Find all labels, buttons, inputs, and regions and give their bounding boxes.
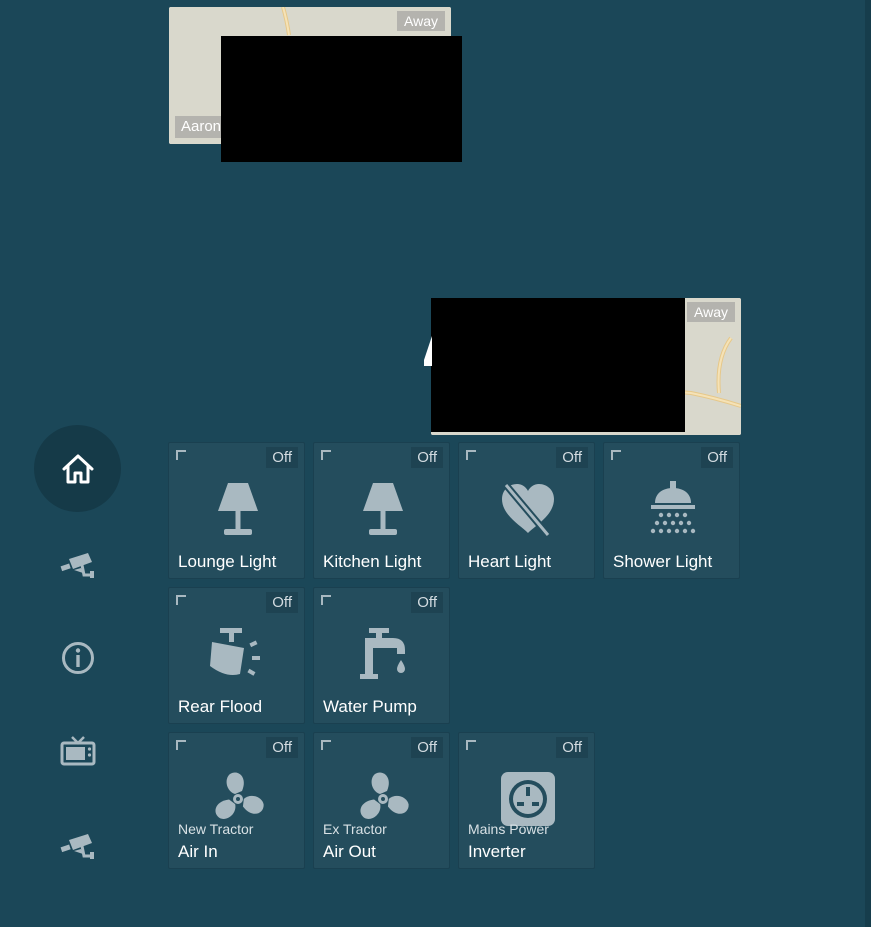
tile-corner-marker bbox=[611, 450, 621, 460]
tile-label: Rear Flood bbox=[178, 697, 263, 716]
person-name-label: Aaron bbox=[175, 116, 228, 138]
redacted-block bbox=[221, 36, 462, 162]
lamp-icon bbox=[362, 483, 403, 535]
tile-state-badge: Off bbox=[556, 737, 588, 758]
tile-state-badge: Off bbox=[701, 447, 733, 468]
tile-sublabel: Mains Power bbox=[468, 821, 549, 837]
shower-head-icon bbox=[650, 481, 695, 534]
redacted-block bbox=[431, 298, 685, 432]
tile-corner-marker bbox=[321, 450, 331, 460]
map-marker-fragment bbox=[424, 336, 432, 366]
tile-label: Shower Light bbox=[613, 552, 713, 571]
tile-rear-flood[interactable]: Off Rear Flood bbox=[168, 587, 305, 724]
tile-label: Air Out bbox=[323, 842, 376, 861]
cctv-camera-icon bbox=[60, 553, 94, 578]
tile-corner-marker bbox=[321, 740, 331, 750]
tile-label: Kitchen Light bbox=[323, 552, 422, 571]
tile-air-out[interactable]: Off Ex Tractor Air Out bbox=[313, 732, 450, 869]
presence-badge: Away bbox=[687, 302, 735, 322]
tile-shower-light[interactable]: Off Shower Light bbox=[603, 442, 740, 579]
tile-label: Heart Light bbox=[468, 552, 552, 571]
tile-state-badge: Off bbox=[411, 592, 443, 613]
tile-sublabel: Ex Tractor bbox=[323, 821, 387, 837]
tile-label: Water Pump bbox=[323, 697, 417, 716]
fan-icon bbox=[214, 772, 264, 819]
spotlight-beam-icon bbox=[209, 628, 260, 676]
tile-heart-light[interactable]: Off Heart Light bbox=[458, 442, 595, 579]
tile-state-badge: Off bbox=[411, 737, 443, 758]
nav-camera-button-2[interactable] bbox=[34, 816, 121, 876]
tile-label: Inverter bbox=[468, 842, 526, 861]
tile-corner-marker bbox=[176, 740, 186, 750]
page-edge bbox=[865, 0, 871, 927]
tile-state-badge: Off bbox=[266, 737, 298, 758]
tile-state-badge: Off bbox=[556, 447, 588, 468]
lamp-icon bbox=[217, 483, 258, 535]
tile-state-badge: Off bbox=[266, 592, 298, 613]
home-icon bbox=[62, 454, 93, 483]
tile-water-pump[interactable]: Off Water Pump bbox=[313, 587, 450, 724]
tile-label: Lounge Light bbox=[178, 552, 277, 571]
nav-tv-button[interactable] bbox=[34, 721, 121, 781]
water-pump-icon bbox=[359, 628, 405, 679]
info-icon bbox=[61, 642, 94, 674]
nav-home-button[interactable] bbox=[34, 425, 121, 512]
tile-label: Air In bbox=[178, 842, 218, 861]
tile-corner-marker bbox=[321, 595, 331, 605]
nav-info-button[interactable] bbox=[34, 628, 121, 688]
tile-corner-marker bbox=[466, 450, 476, 460]
television-icon bbox=[60, 736, 95, 766]
tile-inverter[interactable]: Off Mains Power Inverter bbox=[458, 732, 595, 869]
tile-state-badge: Off bbox=[266, 447, 298, 468]
tile-corner-marker bbox=[176, 595, 186, 605]
tile-air-in[interactable]: Off New Tractor Air In bbox=[168, 732, 305, 869]
tile-state-badge: Off bbox=[411, 447, 443, 468]
tile-lounge-light[interactable]: Off Lounge Light bbox=[168, 442, 305, 579]
fan-icon bbox=[359, 772, 409, 819]
tile-sublabel: New Tractor bbox=[178, 821, 254, 837]
tile-kitchen-light[interactable]: Off Kitchen Light bbox=[313, 442, 450, 579]
power-socket-icon bbox=[500, 772, 555, 826]
cctv-camera-icon bbox=[60, 834, 94, 859]
heart-off-icon bbox=[501, 482, 554, 537]
tile-corner-marker bbox=[176, 450, 186, 460]
nav-camera-button[interactable] bbox=[34, 535, 121, 595]
presence-badge: Away bbox=[397, 11, 445, 31]
tile-corner-marker bbox=[466, 740, 476, 750]
